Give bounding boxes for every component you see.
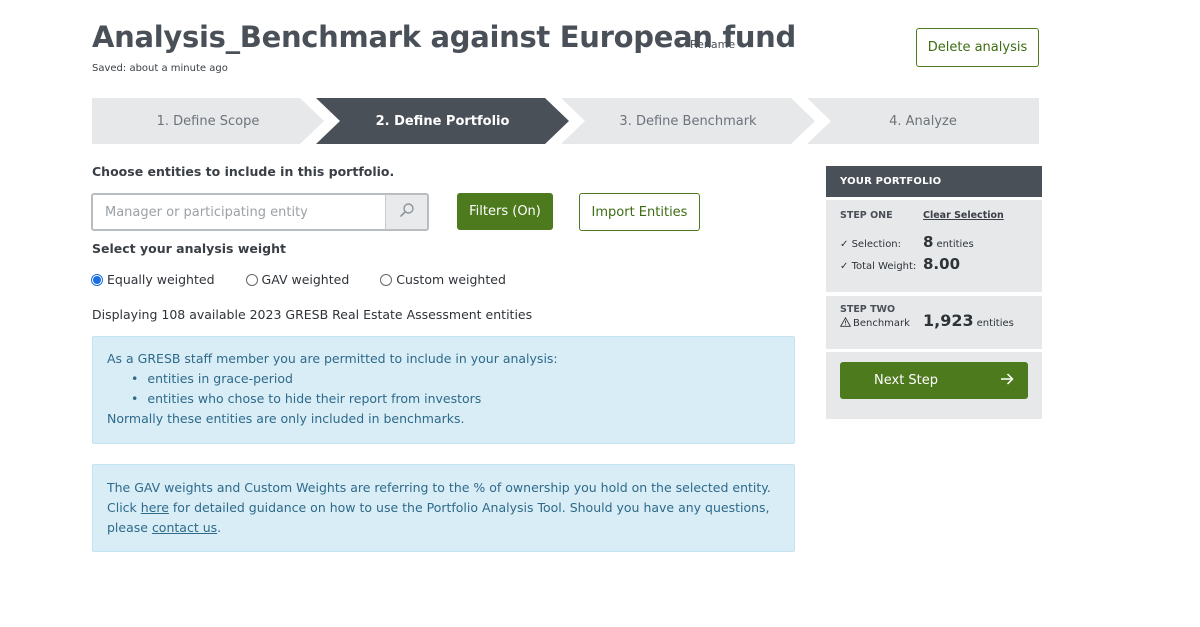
selection-unit: entities <box>936 239 974 250</box>
list-item: entities who chose to hide their report … <box>131 389 780 409</box>
delete-analysis-button[interactable]: Delete analysis <box>916 28 1039 67</box>
radio-dot[interactable] <box>380 273 393 286</box>
total-weight-stat: ✓ Total Weight: 8.00 <box>840 255 963 273</box>
radio-label: GAV weighted <box>261 272 350 287</box>
step-define-benchmark[interactable]: 3. Define Benchmark <box>561 98 815 144</box>
next-step-label: Next Step <box>874 373 939 388</box>
search-button[interactable] <box>385 195 427 229</box>
weight-radio-group: Equally weighted GAV weighted Custom wei… <box>91 272 506 287</box>
benchmark-value: 1,923 <box>923 311 974 330</box>
step-two-label: STEP TWO <box>840 304 896 315</box>
radio-label: Custom weighted <box>396 272 506 287</box>
guidance-line: The GAV weights and Custom Weights are r… <box>107 480 771 495</box>
search-icon <box>399 202 415 222</box>
radio-custom-weighted[interactable]: Custom weighted <box>380 272 506 287</box>
clear-selection-link[interactable]: Clear Selection <box>923 210 1004 221</box>
step-one-label: STEP ONE <box>840 210 893 221</box>
filters-button[interactable]: Filters (On) <box>457 193 553 230</box>
step-analyze[interactable]: 4. Analyze <box>807 98 1039 144</box>
list-item: entities in grace-period <box>131 369 780 389</box>
analysis-weight-label: Select your analysis weight <box>92 241 286 256</box>
benchmark-count: 1,923 entities <box>923 311 1014 330</box>
import-entities-button[interactable]: Import Entities <box>579 193 700 231</box>
radio-equally-weighted[interactable]: Equally weighted <box>91 272 215 287</box>
guidance-text: Click <box>107 500 141 515</box>
weight-label-wrap: ✓ Total Weight: <box>840 261 923 272</box>
staff-permission-notice: As a GRESB staff member you are permitte… <box>92 336 795 444</box>
guidance-line: please contact us. <box>107 518 780 538</box>
portfolio-header: YOUR PORTFOLIO <box>826 166 1042 197</box>
benchmark-unit: entities <box>976 318 1014 329</box>
entities-count-text: Displaying 108 available 2023 GRESB Real… <box>92 307 533 322</box>
here-link[interactable]: here <box>141 500 169 515</box>
wizard-steps: 1. Define Scope 2. Define Portfolio 3. D… <box>92 98 1039 144</box>
step-define-portfolio[interactable]: 2. Define Portfolio <box>316 98 569 144</box>
warning-icon <box>839 316 852 330</box>
portfolio-step-one: STEP ONE Clear Selection ✓ Selection: 8 … <box>826 200 1042 292</box>
radio-gav-weighted[interactable]: GAV weighted <box>245 272 350 287</box>
radio-dot[interactable] <box>91 273 103 286</box>
radio-dot[interactable] <box>245 273 258 286</box>
next-step-button[interactable]: Next Step <box>840 362 1028 399</box>
benchmark-label: Benchmark <box>853 318 910 329</box>
saved-status: Saved: about a minute ago <box>92 63 228 74</box>
total-weight-value: 8.00 <box>923 255 961 273</box>
guidance-line: Click here for detailed guidance on how … <box>107 498 780 518</box>
guidance-text: please <box>107 520 152 535</box>
selection-value: 8 <box>923 233 934 251</box>
step-define-scope[interactable]: 1. Define Scope <box>92 98 324 144</box>
selection-label-wrap: ✓ Selection: <box>840 239 923 250</box>
portfolio-step-two: STEP TWO Benchmark 1,923 entities <box>826 296 1042 349</box>
benchmark-label-wrap: Benchmark <box>839 316 910 330</box>
notice-list: entities in grace-period entities who ch… <box>107 369 780 409</box>
selection-stat: ✓ Selection: 8 entities <box>840 233 974 251</box>
choose-entities-label: Choose entities to include in this portf… <box>92 164 395 179</box>
contact-us-link[interactable]: contact us <box>152 520 217 535</box>
arrow-right-icon <box>1000 372 1014 389</box>
search-box <box>91 193 429 231</box>
guidance-text: . <box>217 520 222 535</box>
search-input[interactable] <box>93 195 385 229</box>
rename-link[interactable]: Rename <box>690 38 735 51</box>
total-weight-label: Total Weight: <box>851 261 917 272</box>
check-icon: ✓ <box>840 261 852 272</box>
check-icon: ✓ <box>840 239 852 250</box>
weights-guidance-notice: The GAV weights and Custom Weights are r… <box>92 464 795 552</box>
guidance-text: for detailed guidance on how to use the … <box>168 500 770 515</box>
radio-label: Equally weighted <box>107 272 215 287</box>
next-step-section: Next Step <box>826 352 1042 419</box>
selection-label: Selection: <box>851 239 902 250</box>
notice-intro: As a GRESB staff member you are permitte… <box>107 351 558 366</box>
notice-outro: Normally these entities are only include… <box>107 411 465 426</box>
